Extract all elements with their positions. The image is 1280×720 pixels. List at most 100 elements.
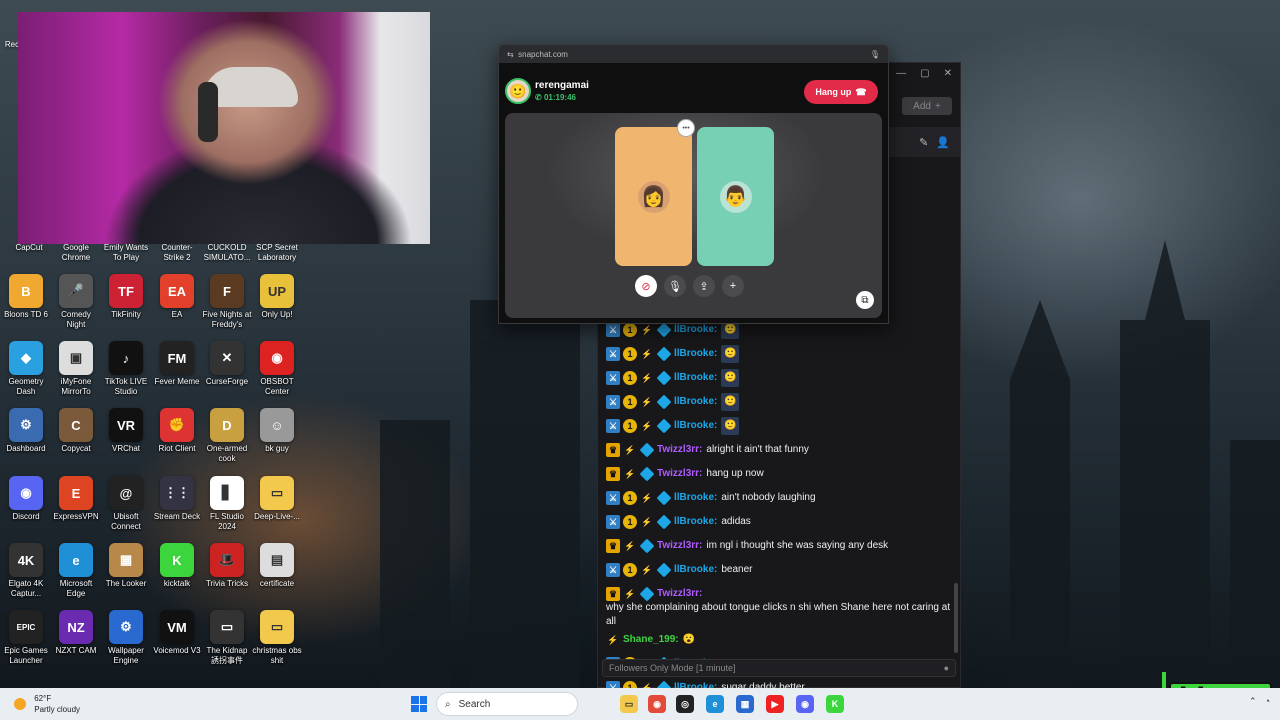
popout-icon[interactable]: ⧉ bbox=[856, 291, 874, 309]
share-screen-icon[interactable]: ⇪ bbox=[693, 275, 715, 297]
desktop-icon[interactable]: Kkicktalk bbox=[152, 543, 202, 589]
network-icon[interactable]: ◔ bbox=[1265, 696, 1270, 707]
desktop-icon[interactable]: ☺ bk guy bbox=[252, 408, 302, 454]
desktop-icon[interactable]: ◉ Discord bbox=[1, 476, 51, 522]
chat-username[interactable]: Twizzl3rr: bbox=[657, 587, 702, 601]
desktop-icon[interactable]: 🎤 Comedy Night bbox=[51, 274, 101, 330]
mod-badge-icon[interactable]: ⚔ bbox=[606, 371, 620, 385]
desktop-icon[interactable]: F Five Nights at Freddy's bbox=[202, 274, 252, 330]
info-icon[interactable]: ● bbox=[944, 663, 949, 673]
desktop-icon[interactable]: e Microsoft Edge bbox=[51, 543, 101, 599]
chat-username[interactable]: Twizzl3rr: bbox=[657, 539, 702, 553]
one-badge-icon[interactable]: 1 bbox=[623, 515, 637, 529]
chat-username[interactable]: Twizzl3rr: bbox=[657, 443, 702, 457]
cube-badge-icon[interactable] bbox=[656, 346, 672, 362]
desktop-icon[interactable]: D One-armed cook bbox=[202, 408, 252, 464]
one-badge-icon[interactable]: 1 bbox=[623, 563, 637, 577]
desktop-icon[interactable]: ✕ CurseForge bbox=[202, 341, 252, 387]
desktop-icon[interactable]: ▭ The Kidnap 誘拐事件 bbox=[202, 610, 252, 666]
sword-badge-icon[interactable]: ⚡ bbox=[640, 491, 654, 505]
desktop-icon[interactable]: @ Ubisoft Connect bbox=[101, 476, 151, 532]
chat-input[interactable]: Followers Only Mode [1 minute] ● bbox=[602, 659, 956, 677]
chat-username[interactable]: llBrooke: bbox=[674, 419, 717, 433]
weather-widget[interactable]: 62°F Partly cloudy bbox=[14, 693, 80, 715]
discord-icon[interactable]: ◉ bbox=[796, 695, 814, 713]
microphone-icon[interactable]: 🎙 bbox=[664, 275, 686, 297]
mod-badge-icon[interactable]: ⚔ bbox=[606, 323, 620, 337]
pencil-icon[interactable]: ✎ bbox=[919, 136, 928, 149]
desktop-icon-label[interactable]: Counter-Strike 2 bbox=[152, 243, 202, 263]
desktop-icon[interactable]: EPIC Epic Games Launcher bbox=[1, 610, 51, 666]
desktop-icon[interactable]: ♪ TikTok LIVE Studio bbox=[101, 341, 151, 397]
one-badge-icon[interactable]: 1 bbox=[623, 323, 637, 337]
hang-up-button[interactable]: Hang up ☎ bbox=[804, 80, 878, 104]
chat-message[interactable]: ♛ ⚡ Twizzl3rr: why she complaining about to… bbox=[606, 583, 952, 629]
desktop-icon[interactable]: ▤ certificate bbox=[252, 543, 302, 589]
desktop-icon[interactable]: FM Fever Meme bbox=[152, 341, 202, 387]
chat-message[interactable]: ⚔ 1 ⚡ llBrooke: ain't nobody laughing bbox=[606, 487, 952, 511]
obs-icon[interactable]: ◎ bbox=[676, 695, 694, 713]
chat-message[interactable]: ♛ ⚡ Twizzl3rr: alright it ain't that funny bbox=[606, 439, 952, 463]
user-icon[interactable]: 👤 bbox=[936, 136, 950, 149]
one-badge-icon[interactable]: 1 bbox=[623, 491, 637, 505]
chat-message[interactable]: ⚔ 1 ⚡ llBrooke: beaner bbox=[606, 559, 952, 583]
cube-badge-icon[interactable] bbox=[656, 562, 672, 578]
add-tab-button[interactable]: Add + bbox=[902, 97, 952, 115]
sword-badge-icon[interactable]: ⚡ bbox=[640, 515, 654, 529]
snapchat-call-window[interactable]: ⇆ snapchat.com 🎙 🙂 rerengamai ✆ 01:19:46… bbox=[498, 44, 889, 324]
desktop-icon[interactable]: VR VRChat bbox=[101, 408, 151, 454]
chevron-up-icon[interactable]: ⌃ bbox=[1249, 696, 1257, 707]
maximize-icon[interactable]: ▢ bbox=[920, 68, 929, 79]
one-badge-icon[interactable]: 1 bbox=[623, 395, 637, 409]
sword-badge-icon[interactable]: ⚡ bbox=[623, 539, 637, 553]
desktop-icon[interactable]: NZ NZXT CAM bbox=[51, 610, 101, 656]
sword-badge-icon[interactable]: ⚡ bbox=[640, 419, 654, 433]
desktop-icon[interactable]: C Copycat bbox=[51, 408, 101, 454]
minimize-icon[interactable]: — bbox=[896, 68, 906, 79]
desktop-icon-label[interactable]: Emily Wants To Play bbox=[101, 243, 151, 263]
crown-badge-icon[interactable]: ♛ bbox=[606, 539, 620, 553]
desktop-icon[interactable]: ▭ christmas obs shit bbox=[252, 610, 302, 666]
cube-badge-icon[interactable] bbox=[656, 322, 672, 338]
sword-badge-icon[interactable]: ⚡ bbox=[640, 563, 654, 577]
chat-message[interactable]: ⚔ 1 ⚡ llBrooke: 🙂 bbox=[606, 343, 952, 367]
desktop-icon[interactable]: EA EA bbox=[152, 274, 202, 320]
desktop-icon[interactable]: VM Voicemod V3 bbox=[152, 610, 202, 656]
desktop-icon[interactable]: 🎩 Trivia Tricks bbox=[202, 543, 252, 589]
desktop-icon[interactable]: TF TikFinity bbox=[101, 274, 151, 320]
chat-username[interactable]: llBrooke: bbox=[674, 395, 717, 409]
one-badge-icon[interactable]: 1 bbox=[623, 419, 637, 433]
desktop-icon-label[interactable]: Google Chrome bbox=[51, 243, 101, 263]
cube-badge-icon[interactable] bbox=[656, 418, 672, 434]
desktop-icon-label[interactable]: CapCut bbox=[4, 243, 54, 253]
sword-badge-icon[interactable]: ⚡ bbox=[623, 467, 637, 481]
camera-off-icon[interactable]: ⊘ bbox=[635, 275, 657, 297]
chat-message[interactable]: ⚔ 1 ⚡ llBrooke: adidas bbox=[606, 511, 952, 535]
desktop-icon[interactable]: ◆ Geometry Dash bbox=[1, 341, 51, 397]
mod-badge-icon[interactable]: ⚔ bbox=[606, 515, 620, 529]
contact-avatar[interactable]: 🙂 bbox=[505, 78, 531, 104]
desktop-icon-label[interactable]: SCP Secret Laboratory bbox=[252, 243, 302, 263]
one-badge-icon[interactable]: 1 bbox=[623, 347, 637, 361]
mod-badge-icon[interactable]: ⚔ bbox=[606, 419, 620, 433]
chat-username[interactable]: llBrooke: bbox=[674, 371, 717, 385]
one-badge-icon[interactable]: 1 bbox=[623, 371, 637, 385]
kick-icon[interactable]: K bbox=[826, 695, 844, 713]
sword-badge-icon[interactable]: ⚡ bbox=[640, 371, 654, 385]
sword-badge-icon[interactable]: ⚡ bbox=[606, 633, 620, 647]
close-icon[interactable]: ✕ bbox=[944, 68, 952, 79]
desktop-icon[interactable]: ✊ Riot Client bbox=[152, 408, 202, 454]
store-icon[interactable]: ▦ bbox=[736, 695, 754, 713]
mod-badge-icon[interactable]: ⚔ bbox=[606, 347, 620, 361]
edge-icon[interactable]: e bbox=[706, 695, 724, 713]
desktop-icon-label[interactable]: CUCKOLD SIMULATO... bbox=[202, 243, 252, 263]
chat-message[interactable]: ⚡ Shane_199: 😮 bbox=[606, 629, 952, 653]
chat-message[interactable]: ♛ ⚡ Twizzl3rr: im ngl i thought she was say… bbox=[606, 535, 952, 559]
desktop-icon[interactable]: E ExpressVPN bbox=[51, 476, 101, 522]
desktop-icon[interactable]: B Bloons TD 6 bbox=[1, 274, 51, 320]
youtube-icon[interactable]: ▶ bbox=[766, 695, 784, 713]
add-person-icon[interactable]: + bbox=[722, 275, 744, 297]
mod-badge-icon[interactable]: ⚔ bbox=[606, 563, 620, 577]
sword-badge-icon[interactable]: ⚡ bbox=[640, 395, 654, 409]
desktop-icon[interactable]: ▦ The Looker bbox=[101, 543, 151, 589]
